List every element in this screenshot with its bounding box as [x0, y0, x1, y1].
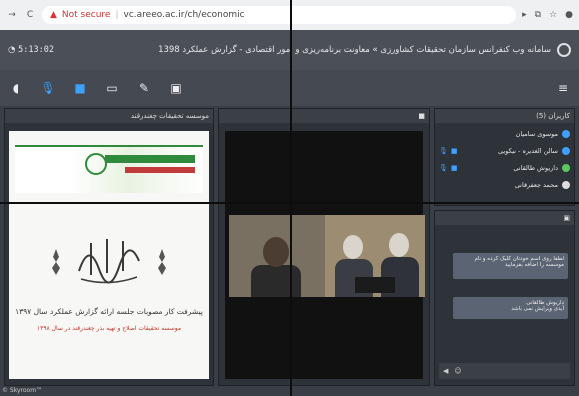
- display-seam-vertical: [290, 0, 292, 396]
- camera-icon[interactable]: ■: [451, 164, 458, 172]
- participant-head-masked: [389, 233, 409, 257]
- brand-footer: © Skyroom™: [2, 387, 43, 394]
- chat-panel: ▣ لطفا روی اسم خودتان کلیک کرده و نام مو…: [434, 210, 575, 386]
- chat-input[interactable]: ◀ ☺: [439, 363, 570, 379]
- users-header: کاربران (5): [435, 109, 574, 123]
- presentation-title: موسسه تحقیقات چغندرقند: [130, 112, 209, 120]
- clock-icon: ◔: [8, 45, 19, 55]
- user-icon: [562, 163, 570, 172]
- user-icon: [562, 129, 570, 138]
- url-separator: |: [115, 10, 119, 20]
- cast-icon[interactable]: ▸: [522, 10, 527, 20]
- presentation-panel: موسسه تحقیقات چغندرقند پیشرفت کار مصوبات…: [4, 108, 214, 386]
- camera-icon[interactable]: ■: [451, 147, 458, 155]
- file-icon[interactable]: ▣: [168, 80, 184, 96]
- video-feed-left: [229, 215, 325, 297]
- user-icon: [562, 180, 570, 189]
- microphone-icon[interactable]: 🎙: [40, 80, 56, 96]
- menu-icon[interactable]: ≡: [555, 80, 571, 96]
- calligraphy-image: [69, 231, 149, 291]
- user-controls: 🎙 ■: [439, 164, 458, 172]
- participant-head: [263, 237, 289, 267]
- security-label: Not secure: [61, 10, 111, 20]
- url-text: vc.areeo.ac.ir/ch/economic: [123, 10, 245, 20]
- user-controls: 🎙 ■: [439, 147, 458, 155]
- microphone-icon[interactable]: 🎙: [439, 164, 448, 172]
- chat-message-text: آیدی ویرایش نمی باشد: [511, 306, 564, 312]
- microphone-icon[interactable]: 🎙: [439, 147, 448, 155]
- emoji-icon[interactable]: ☺: [454, 367, 461, 375]
- slide-subheading: موسسه تحقیقات اصلاح و تهیه بذر چغندرقند …: [36, 325, 182, 332]
- video-header: ■: [219, 109, 429, 123]
- translate-icon[interactable]: ⧉: [535, 10, 541, 20]
- back-arrow-icon[interactable]: →: [6, 10, 18, 20]
- pen-icon[interactable]: ✎: [136, 80, 152, 96]
- camera-icon[interactable]: ■: [72, 80, 88, 96]
- list-item[interactable]: موسوی سامیان: [439, 125, 570, 142]
- video-stage: [225, 131, 425, 379]
- account-icon[interactable]: ●: [565, 10, 573, 20]
- chat-message: داریوش طالقانی آیدی ویرایش نمی باشد: [453, 297, 568, 319]
- chat-icon: ▣: [563, 214, 570, 222]
- bookmark-star-icon[interactable]: ☆: [549, 10, 557, 20]
- list-item[interactable]: داریوش طالقانی 🎙 ■: [439, 159, 570, 176]
- user-name: محمد جعفرقانی: [514, 180, 558, 189]
- user-name: داریوش طالقانی: [513, 163, 558, 172]
- laptop: [355, 277, 395, 293]
- user-name: سالن الغدیره - نیکویی: [498, 146, 558, 155]
- users-title: کاربران (5): [536, 112, 570, 120]
- reload-icon[interactable]: C: [24, 10, 36, 20]
- send-icon[interactable]: ◀: [443, 367, 448, 375]
- list-item[interactable]: محمد جعفرقانی: [439, 176, 570, 193]
- list-item[interactable]: سالن الغدیره - نیکویی 🎙 ■: [439, 142, 570, 159]
- speaker-icon[interactable]: ◖: [8, 80, 24, 96]
- chat-message: لطفا روی اسم خودتان کلیک کرده و نام موسس…: [453, 253, 568, 279]
- video-camera-icon: ■: [418, 112, 425, 120]
- banner-stripe-green: [105, 155, 195, 163]
- ornament-left-icon: [49, 249, 63, 275]
- address-bar[interactable]: ▲ Not secure | vc.areeo.ac.ir/ch/economi…: [42, 6, 517, 24]
- org-logo-icon: [557, 43, 571, 57]
- participant-body: [251, 265, 301, 297]
- emblem-icon: [85, 153, 107, 175]
- chat-header: ▣: [435, 211, 574, 225]
- video-panel: ■: [218, 108, 430, 386]
- screen-share-icon[interactable]: ▭: [104, 80, 120, 96]
- participant-head-masked: [343, 235, 363, 259]
- chat-message-text: لطفا روی اسم خودتان کلیک کرده و نام موسس…: [474, 256, 564, 268]
- warning-triangle-icon: ▲: [50, 10, 57, 20]
- user-name: موسوی سامیان: [515, 129, 558, 138]
- user-icon: [562, 146, 570, 155]
- slide-heading: پیشرفت کار مصوبات جلسه ارائه گزارش عملکر…: [15, 307, 203, 316]
- browser-actions: ▸ ⧉ ☆ ●: [522, 10, 573, 20]
- presentation-header: موسسه تحقیقات چغندرقند: [5, 109, 213, 123]
- presentation-slide: پیشرفت کار مصوبات جلسه ارائه گزارش عملکر…: [9, 131, 209, 379]
- banner-stripe-red: [125, 167, 195, 173]
- users-list: موسوی سامیان سالن الغدیره - نیکویی 🎙 ■ د…: [439, 125, 570, 193]
- video-feed-right: [325, 215, 425, 297]
- screen: → C ▲ Not secure | vc.areeo.ac.ir/ch/eco…: [0, 0, 579, 396]
- ornament-right-icon: [155, 249, 169, 275]
- slide-banner: [15, 145, 203, 193]
- session-timer: 5:13:02: [18, 45, 54, 55]
- display-seam-horizontal: [0, 202, 579, 204]
- page-title: سامانه وب کنفرانس سازمان تحقیقات کشاورزی…: [158, 45, 551, 55]
- users-panel: کاربران (5) موسوی سامیان سالن الغدیره - …: [434, 108, 575, 206]
